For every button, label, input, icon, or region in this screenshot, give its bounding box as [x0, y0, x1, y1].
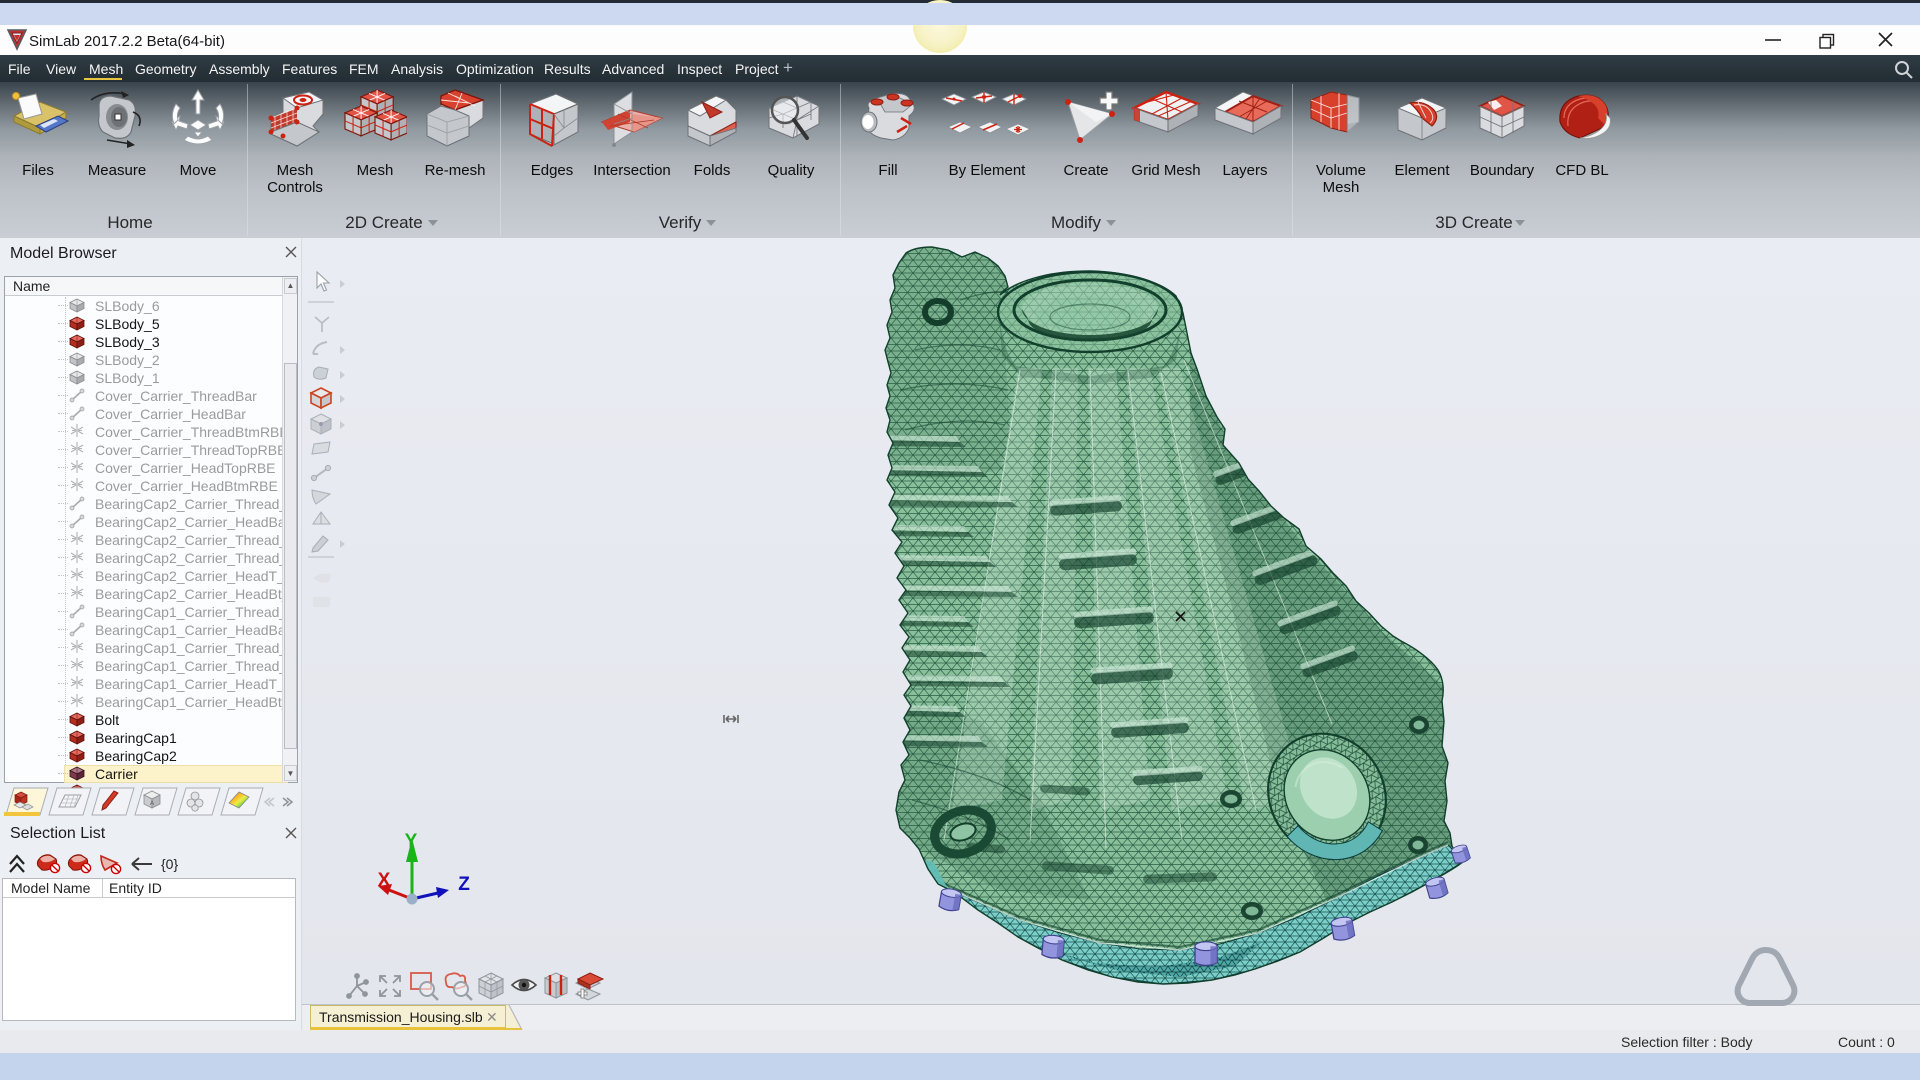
svg-text:X: X	[378, 870, 391, 891]
svg-text:Y: Y	[405, 831, 418, 852]
svg-text:Z: Z	[458, 874, 470, 895]
